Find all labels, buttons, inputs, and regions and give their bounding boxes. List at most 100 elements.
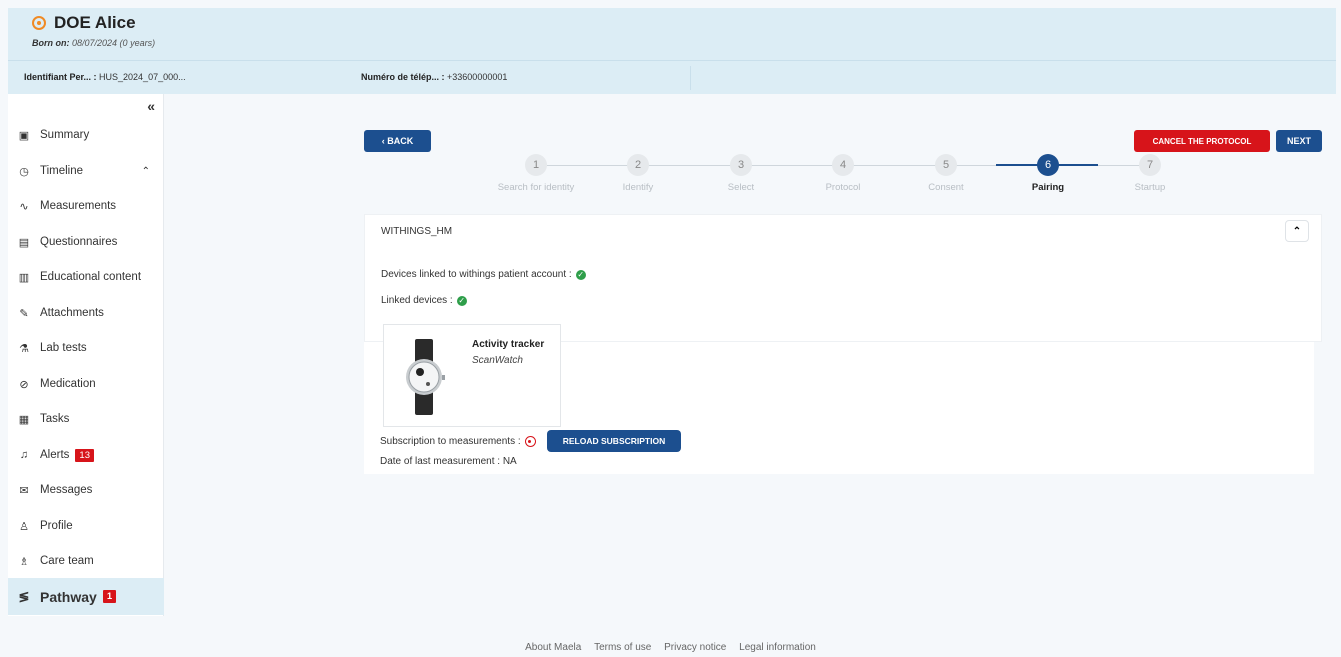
- sidebar-item-medication[interactable]: ⊘ Medication: [8, 369, 164, 399]
- patient-name-text: DOE Alice: [54, 13, 136, 32]
- sidebar-item-label: Messages: [40, 484, 93, 496]
- questionnaire-icon: ▤: [18, 236, 30, 249]
- sidebar-item-educational-content[interactable]: ▥ Educational content: [8, 262, 164, 292]
- device-name: Activity tracker: [472, 339, 545, 350]
- next-button[interactable]: NEXT: [1276, 130, 1322, 152]
- step-label: Pairing: [1031, 182, 1065, 193]
- subscription-row: Subscription to measurements :: [380, 436, 536, 447]
- sidebar-item-measurements[interactable]: ∿ Measurements: [8, 191, 164, 221]
- step-label: Protocol: [825, 182, 861, 193]
- step-number: 4: [832, 154, 854, 176]
- step-5: 5 Consent: [894, 154, 998, 193]
- check-icon: ✓: [456, 295, 467, 306]
- reload-subscription-button[interactable]: RELOAD SUBSCRIPTION: [547, 430, 681, 452]
- last-measurement-date: Date of last measurement : NA: [380, 456, 517, 467]
- person-icon: ♙: [19, 520, 29, 533]
- bell-icon: ♫: [19, 449, 29, 461]
- withings-card: WITHINGS_HM ⌃ Devices linked to withings…: [364, 214, 1322, 342]
- step-label: Search for identity: [497, 182, 575, 193]
- phone-label: Numéro de télép... :: [361, 72, 445, 82]
- info-divider: [690, 66, 691, 90]
- phone-value: +33600000001: [447, 72, 508, 82]
- sidebar-item-label: Lab tests: [40, 342, 87, 354]
- patient-header: DOE Alice Born on: 08/07/2024 (0 years): [8, 8, 1336, 60]
- sidebar-item-attachments[interactable]: ✎ Attachments: [8, 298, 164, 328]
- devices-linked-account-label: Devices linked to withings patient accou…: [381, 269, 572, 280]
- phone-field: Numéro de télép... : +33600000001: [361, 72, 507, 82]
- devices-linked-account-row: Devices linked to withings patient accou…: [381, 269, 586, 280]
- sidebar-item-label: Alerts: [40, 449, 70, 461]
- sidebar-item-summary[interactable]: ▣ Summary: [8, 120, 164, 150]
- back-button[interactable]: ‹ BACK: [364, 130, 431, 152]
- back-button-label: BACK: [387, 136, 414, 146]
- linked-devices-label: Linked devices :: [381, 295, 453, 306]
- sidebar-item-label: Attachments: [40, 307, 104, 319]
- sidebar-item-label: Questionnaires: [40, 236, 118, 248]
- summary-icon: ▣: [18, 129, 30, 142]
- step-label: Identify: [622, 182, 654, 193]
- card-title: WITHINGS_HM: [381, 226, 453, 237]
- identifier-label: Identifiant Per... :: [24, 72, 97, 82]
- cancel-protocol-button[interactable]: CANCEL THE PROTOCOL: [1134, 130, 1270, 152]
- smartwatch-image: [406, 339, 445, 415]
- birth-date: Born on: 08/07/2024 (0 years): [32, 38, 155, 48]
- clock-icon: ◷: [19, 165, 29, 178]
- lab-icon: ⚗: [19, 342, 29, 355]
- withings-card-body: Activity tracker ScanWatch Subscription …: [364, 324, 1314, 474]
- born-value: 08/07/2024 (0 years): [72, 38, 156, 48]
- sidebar: « ▣ Summary ◷ Timeline ⌃ ∿ Measurements …: [8, 94, 164, 616]
- footer-link-terms[interactable]: Terms of use: [594, 642, 651, 653]
- identifier-field: Identifiant Per... : HUS_2024_07_000...: [24, 72, 186, 82]
- sidebar-item-label: Medication: [40, 378, 96, 390]
- sidebar-item-tasks[interactable]: ▦ Tasks: [8, 404, 164, 434]
- device-model: ScanWatch: [472, 355, 523, 366]
- sidebar-item-messages[interactable]: ✉ Messages: [8, 475, 164, 505]
- step-4: 4 Protocol: [791, 154, 895, 193]
- alerts-count-badge: 13: [75, 448, 94, 462]
- step-7: 7 Startup: [1098, 154, 1202, 193]
- paperclip-icon: ✎: [19, 307, 29, 320]
- subscription-label: Subscription to measurements :: [380, 436, 521, 447]
- sidebar-item-questionnaires[interactable]: ▤ Questionnaires: [8, 227, 164, 257]
- sidebar-item-label: Care team: [40, 555, 94, 567]
- step-label: Select: [727, 182, 755, 193]
- step-3: 3 Select: [689, 154, 793, 193]
- step-number: 2: [627, 154, 649, 176]
- protocol-stepper: 1 Search for identity 2 Identify 3 Selec…: [484, 152, 1204, 200]
- sidebar-item-profile[interactable]: ♙ Profile: [8, 511, 164, 541]
- footer-link-about[interactable]: About Maela: [525, 642, 581, 653]
- book-icon: ▥: [18, 271, 30, 284]
- pathway-icon: ≶: [18, 588, 30, 604]
- chevron-up-icon[interactable]: ⌃: [142, 166, 150, 177]
- sidebar-item-label: Timeline: [40, 165, 84, 177]
- footer-link-privacy[interactable]: Privacy notice: [664, 642, 726, 653]
- collapse-sidebar-icon[interactable]: «: [147, 98, 155, 114]
- collapse-card-button[interactable]: ⌃: [1285, 220, 1309, 242]
- identifier-value: HUS_2024_07_000...: [99, 72, 186, 82]
- chevron-up-icon: ⌃: [1292, 225, 1302, 237]
- linked-devices-row: Linked devices : ✓: [381, 295, 467, 306]
- step-label: Consent: [928, 182, 964, 193]
- sidebar-item-pathway[interactable]: ≶ Pathway 1: [8, 578, 164, 615]
- step-6: 6 Pairing: [996, 154, 1100, 193]
- step-number: 7: [1139, 154, 1161, 176]
- pathway-count-badge: 1: [102, 590, 117, 603]
- sidebar-item-lab-tests[interactable]: ⚗ Lab tests: [8, 333, 164, 363]
- step-number: 6: [1037, 154, 1059, 176]
- patient-name: DOE Alice: [32, 13, 136, 33]
- device-card: Activity tracker ScanWatch: [383, 324, 561, 427]
- sidebar-item-care-team[interactable]: ♗ Care team: [8, 546, 164, 576]
- sidebar-item-label: Tasks: [40, 413, 70, 425]
- step-number: 5: [935, 154, 957, 176]
- footer: About Maela Terms of use Privacy notice …: [0, 642, 1341, 653]
- step-number: 1: [525, 154, 547, 176]
- born-label: Born on:: [32, 38, 70, 48]
- sidebar-item-timeline[interactable]: ◷ Timeline ⌃: [8, 156, 164, 186]
- footer-link-legal[interactable]: Legal information: [739, 642, 816, 653]
- tasks-icon: ▦: [18, 413, 30, 426]
- pulse-icon: ∿: [19, 200, 29, 213]
- messages-icon: ✉: [19, 484, 29, 497]
- sidebar-item-label: Pathway: [40, 588, 97, 605]
- sidebar-item-alerts[interactable]: ♫ Alerts 13: [8, 440, 164, 470]
- sidebar-item-label: Educational content: [40, 271, 142, 283]
